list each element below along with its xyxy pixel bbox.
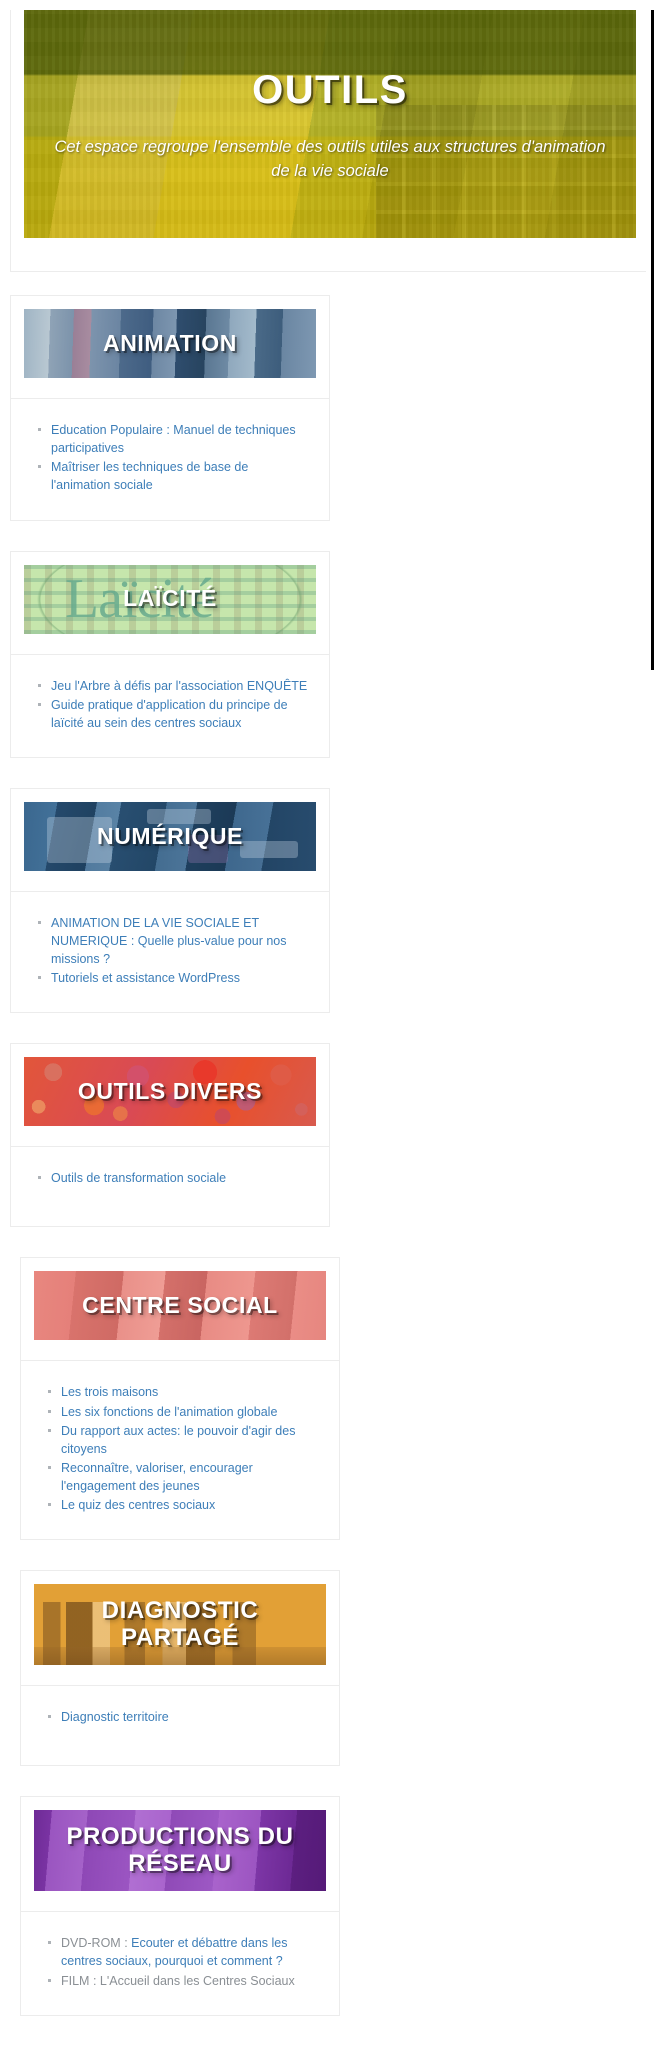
list-item: FILM : L'Accueil dans les Centres Sociau… — [48, 1972, 321, 1990]
card-title-centre-social: CENTRE SOCIAL — [82, 1292, 278, 1318]
link-list-laicite: Jeu l'Arbre à défis par l'association EN… — [29, 677, 311, 732]
list-item: Jeu l'Arbre à défis par l'association EN… — [38, 677, 311, 695]
tool-link[interactable]: Tutoriels et assistance WordPress — [51, 971, 240, 985]
card-header-centre-social: CENTRE SOCIAL — [21, 1258, 339, 1360]
list-item: Les six fonctions de l'animation globale — [48, 1403, 321, 1421]
tool-link[interactable]: Jeu l'Arbre à défis par l'association EN… — [51, 679, 307, 693]
list-item: Du rapport aux actes: le pouvoir d'agir … — [48, 1422, 321, 1458]
card-body-diagnostic-partage: Diagnostic territoire — [21, 1685, 339, 1765]
card-body-animation: Education Populaire : Manuel de techniqu… — [11, 398, 329, 520]
card-header-diagnostic-partage: DIAGNOSTIC PARTAGÉ — [21, 1571, 339, 1685]
link-list-animation: Education Populaire : Manuel de techniqu… — [29, 421, 311, 495]
card-title-diagnostic-partage: DIAGNOSTIC PARTAGÉ — [101, 1596, 259, 1651]
card-title-outils-divers: OUTILS DIVERS — [77, 1078, 263, 1104]
card-header-numerique: NUMÉRIQUE — [11, 789, 329, 891]
card-banner-laicite: Laïcité LAÏCITÉ — [24, 564, 316, 634]
tool-card-productions-du-reseau[interactable]: PRODUCTIONS DU RÉSEAU DVD-ROM : Ecouter … — [20, 1796, 340, 2016]
list-item: DVD-ROM : Ecouter et débattre dans les c… — [48, 1934, 321, 1970]
card-title-numerique: NUMÉRIQUE — [97, 822, 243, 849]
card-title-animation: ANIMATION — [102, 329, 237, 356]
card-header-laicite: Laïcité LAÏCITÉ — [11, 552, 329, 654]
item-plain-text: FILM : L'Accueil dans les Centres Sociau… — [61, 1973, 295, 1988]
tool-card-animation[interactable]: ANIMATION Education Populaire : Manuel d… — [10, 295, 330, 521]
page-subtitle: Cet espace regroupe l'ensemble des outil… — [54, 138, 606, 180]
card-banner-numerique: NUMÉRIQUE — [24, 801, 316, 871]
card-banner-diagnostic-partage: DIAGNOSTIC PARTAGÉ — [34, 1584, 326, 1666]
link-list-outils-divers: Outils de transformation sociale — [29, 1169, 311, 1187]
tool-link[interactable]: Les trois maisons — [61, 1385, 158, 1399]
list-item: Education Populaire : Manuel de techniqu… — [38, 421, 311, 457]
card-header-animation: ANIMATION — [11, 296, 329, 398]
card-body-numerique: ANIMATION DE LA VIE SOCIALE ET NUMERIQUE… — [11, 890, 329, 1013]
list-item: Diagnostic territoire — [48, 1708, 321, 1726]
card-header-productions-du-reseau: PRODUCTIONS DU RÉSEAU — [21, 1797, 339, 1911]
tool-card-laicite[interactable]: Laïcité LAÏCITÉ Jeu l'Arbre à défis par … — [10, 550, 330, 758]
card-body-productions-du-reseau: DVD-ROM : Ecouter et débattre dans les c… — [21, 1911, 339, 2014]
link-list-diagnostic-partage: Diagnostic territoire — [39, 1708, 321, 1726]
tool-link[interactable]: Outils de transformation sociale — [51, 1171, 226, 1185]
tool-link[interactable]: Diagnostic territoire — [61, 1710, 169, 1724]
scrollbar-thumb[interactable] — [651, 10, 654, 670]
card-banner-centre-social: CENTRE SOCIAL — [34, 1271, 326, 1341]
tool-card-diagnostic-partage[interactable]: DIAGNOSTIC PARTAGÉ Diagnostic territoire — [20, 1570, 340, 1767]
card-banner-outils-divers: OUTILS DIVERS — [24, 1057, 316, 1127]
list-item: ANIMATION DE LA VIE SOCIALE ET NUMERIQUE… — [38, 914, 311, 968]
tool-link[interactable]: Guide pratique d'application du principe… — [51, 698, 288, 730]
list-item: Outils de transformation sociale — [38, 1169, 311, 1187]
list-item: Reconnaître, valoriser, encourager l'eng… — [48, 1459, 321, 1495]
list-item: Le quiz des centres sociaux — [48, 1496, 321, 1514]
list-item: Les trois maisons — [48, 1383, 321, 1401]
card-header-outils-divers: OUTILS DIVERS — [11, 1044, 329, 1146]
tool-link[interactable]: Le quiz des centres sociaux — [61, 1498, 215, 1512]
tool-link[interactable]: Maîtriser les techniques de base de l'an… — [51, 460, 248, 492]
list-item: Tutoriels et assistance WordPress — [38, 969, 311, 987]
card-banner-productions-du-reseau: PRODUCTIONS DU RÉSEAU — [34, 1810, 326, 1892]
grid-column-right: CENTRE SOCIAL Les trois maisons Les six … — [20, 1257, 340, 2045]
card-body-centre-social: Les trois maisons Les six fonctions de l… — [21, 1360, 339, 1539]
grid-column-left: ANIMATION Education Populaire : Manuel d… — [10, 295, 330, 1257]
link-list-productions-du-reseau: DVD-ROM : Ecouter et débattre dans les c… — [39, 1934, 321, 1989]
card-body-laicite: Jeu l'Arbre à défis par l'association EN… — [11, 653, 329, 757]
list-item: Guide pratique d'application du principe… — [38, 696, 311, 732]
item-prefix: DVD-ROM : — [61, 1936, 132, 1951]
tool-link[interactable]: ANIMATION DE LA VIE SOCIALE ET NUMERIQUE… — [51, 916, 287, 966]
list-item: Maîtriser les techniques de base de l'an… — [38, 458, 311, 494]
tool-link[interactable]: Les six fonctions de l'animation globale — [61, 1405, 277, 1419]
tool-card-centre-social[interactable]: CENTRE SOCIAL Les trois maisons Les six … — [20, 1257, 340, 1541]
card-title-productions-du-reseau: PRODUCTIONS DU RÉSEAU — [66, 1822, 294, 1877]
tool-card-numerique[interactable]: NUMÉRIQUE ANIMATION DE LA VIE SOCIALE ET… — [10, 787, 330, 1014]
hero-banner: OUTILS Cet espace regroupe l'ensemble de… — [24, 10, 636, 238]
tool-link[interactable]: Education Populaire : Manuel de techniqu… — [51, 423, 296, 455]
tool-card-outils-divers[interactable]: OUTILS DIVERS Outils de transformation s… — [10, 1043, 330, 1228]
tool-link[interactable]: Du rapport aux actes: le pouvoir d'agir … — [61, 1424, 295, 1456]
tools-grid: ANIMATION Education Populaire : Manuel d… — [0, 295, 660, 2046]
tool-link[interactable]: Reconnaître, valoriser, encourager l'eng… — [61, 1461, 253, 1493]
link-list-numerique: ANIMATION DE LA VIE SOCIALE ET NUMERIQUE… — [29, 914, 311, 988]
hero-section: OUTILS Cet espace regroupe l'ensemble de… — [10, 10, 650, 272]
card-title-laicite: LAÏCITÉ — [123, 585, 217, 612]
page-scrollbar[interactable] — [646, 10, 660, 1330]
card-body-outils-divers: Outils de transformation sociale — [11, 1146, 329, 1226]
card-banner-animation: ANIMATION — [24, 309, 316, 378]
link-list-centre-social: Les trois maisons Les six fonctions de l… — [39, 1383, 321, 1514]
page-title: OUTILS — [252, 68, 408, 112]
